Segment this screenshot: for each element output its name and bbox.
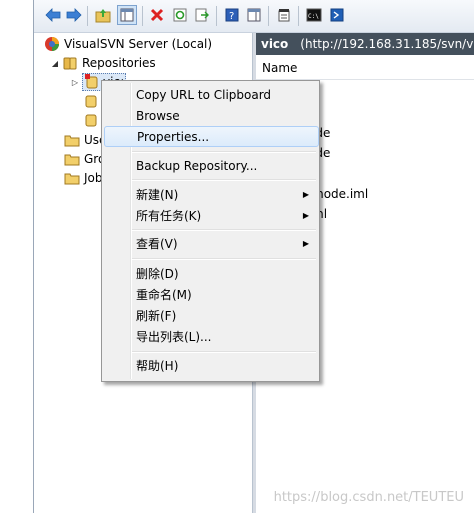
menu-item-backup[interactable]: Backup Repository... [104, 155, 317, 176]
collapsed-arrow-icon[interactable]: ▷ [70, 77, 80, 87]
export-list-icon[interactable] [193, 6, 211, 24]
back-icon[interactable] [44, 6, 62, 24]
tree-item-repo[interactable] [84, 111, 98, 129]
menu-item-rename[interactable]: 重命名(M) [104, 284, 317, 305]
details-repo-name: vico [261, 37, 289, 51]
menu-item-view[interactable]: 查看(V) ▶ [104, 233, 317, 254]
column-header-name-label: Name [262, 61, 298, 75]
menu-item-new[interactable]: 新建(N) ▶ [104, 184, 317, 205]
menu-item-export-list[interactable]: 导出列表(L)... [104, 326, 317, 347]
menu-item-properties[interactable]: Properties... [104, 126, 319, 147]
menu-item-label: 所有任务(K) [136, 209, 202, 223]
menu-item-copy-url[interactable]: Copy URL to Clipboard [104, 84, 317, 105]
menu-separator [132, 229, 316, 231]
tree-item-repo[interactable] [84, 92, 98, 110]
toolbar: ? C:\ [34, 0, 474, 33]
expanded-arrow-icon[interactable]: ◢ [50, 58, 60, 68]
help-icon[interactable]: ? [223, 6, 241, 24]
watermark: https://blog.csdn.net/TEUTEU [273, 490, 464, 505]
menu-item-label: 重命名(M) [136, 288, 192, 302]
delete-icon[interactable] [148, 6, 166, 24]
refresh-icon[interactable] [171, 6, 189, 24]
menu-item-refresh[interactable]: 刷新(F) [104, 305, 317, 326]
menu-item-label: 新建(N) [136, 188, 179, 202]
column-header-name[interactable]: Name [256, 57, 474, 80]
list-item-label: mode.iml [312, 187, 369, 201]
submenu-arrow-icon: ▶ [302, 211, 309, 220]
details-header: vico (http://192.168.31.185/svn/vico [256, 33, 474, 55]
menu-item-browse[interactable]: Browse [104, 105, 317, 126]
folder-icon [64, 154, 80, 166]
menu-separator [132, 179, 316, 181]
powershell-icon[interactable] [328, 6, 346, 24]
folder-icon [64, 135, 80, 147]
menu-separator [132, 151, 316, 153]
window-frame-left [0, 0, 34, 513]
menu-item-label: 删除(D) [136, 267, 179, 281]
toolbar-separator [142, 6, 143, 26]
toolbar-separator [87, 6, 88, 26]
menu-item-label: 查看(V) [136, 237, 178, 251]
menu-item-label: Properties... [137, 129, 210, 144]
folder-icon [64, 173, 80, 185]
repository-icon [85, 95, 97, 108]
repository-icon [85, 74, 98, 89]
menu-item-label: 刷新(F) [136, 309, 177, 323]
menu-item-all-tasks[interactable]: 所有任务(K) ▶ [104, 205, 317, 226]
properties-icon[interactable] [275, 6, 293, 24]
menu-item-label: 导出列表(L)... [136, 330, 212, 344]
menu-item-label: Backup Repository... [136, 158, 258, 173]
tree-item-server[interactable]: VisualSVN Server (Local) [44, 35, 212, 53]
tree-label-repositories: Repositories [82, 56, 156, 70]
menu-item-label: Copy URL to Clipboard [136, 87, 272, 102]
submenu-arrow-icon: ▶ [302, 239, 309, 248]
repository-icon [85, 114, 97, 127]
toolbar-separator [268, 6, 269, 26]
up-folder-icon[interactable] [94, 6, 112, 24]
tree-label-server: VisualSVN Server (Local) [64, 37, 213, 51]
forward-icon[interactable] [65, 6, 83, 24]
menu-item-label: Browse [136, 108, 180, 123]
svg-text:C:\: C:\ [308, 13, 319, 20]
svg-text:?: ? [229, 11, 234, 22]
list-item[interactable]: mode.iml [312, 185, 368, 203]
menu-separator [132, 258, 316, 260]
snap-in-icon[interactable] [245, 6, 263, 24]
show-hide-tree-icon[interactable] [117, 5, 137, 25]
menu-item-help[interactable]: 帮助(H) [104, 355, 317, 376]
menu-separator [132, 351, 316, 353]
submenu-arrow-icon: ▶ [302, 190, 309, 199]
repositories-icon [63, 57, 77, 70]
visualsvn-logo-icon [45, 37, 59, 51]
console-icon[interactable]: C:\ [305, 6, 323, 24]
toolbar-separator [216, 6, 217, 26]
menu-item-label: 帮助(H) [136, 359, 179, 373]
details-repo-url: (http://192.168.31.185/svn/vico [300, 37, 474, 51]
context-menu: Copy URL to Clipboard Browse Properties.… [101, 80, 320, 382]
toolbar-separator [298, 6, 299, 26]
tree-item-repositories[interactable]: ◢ Repositories [50, 54, 156, 72]
menu-item-delete[interactable]: 删除(D) [104, 263, 317, 284]
